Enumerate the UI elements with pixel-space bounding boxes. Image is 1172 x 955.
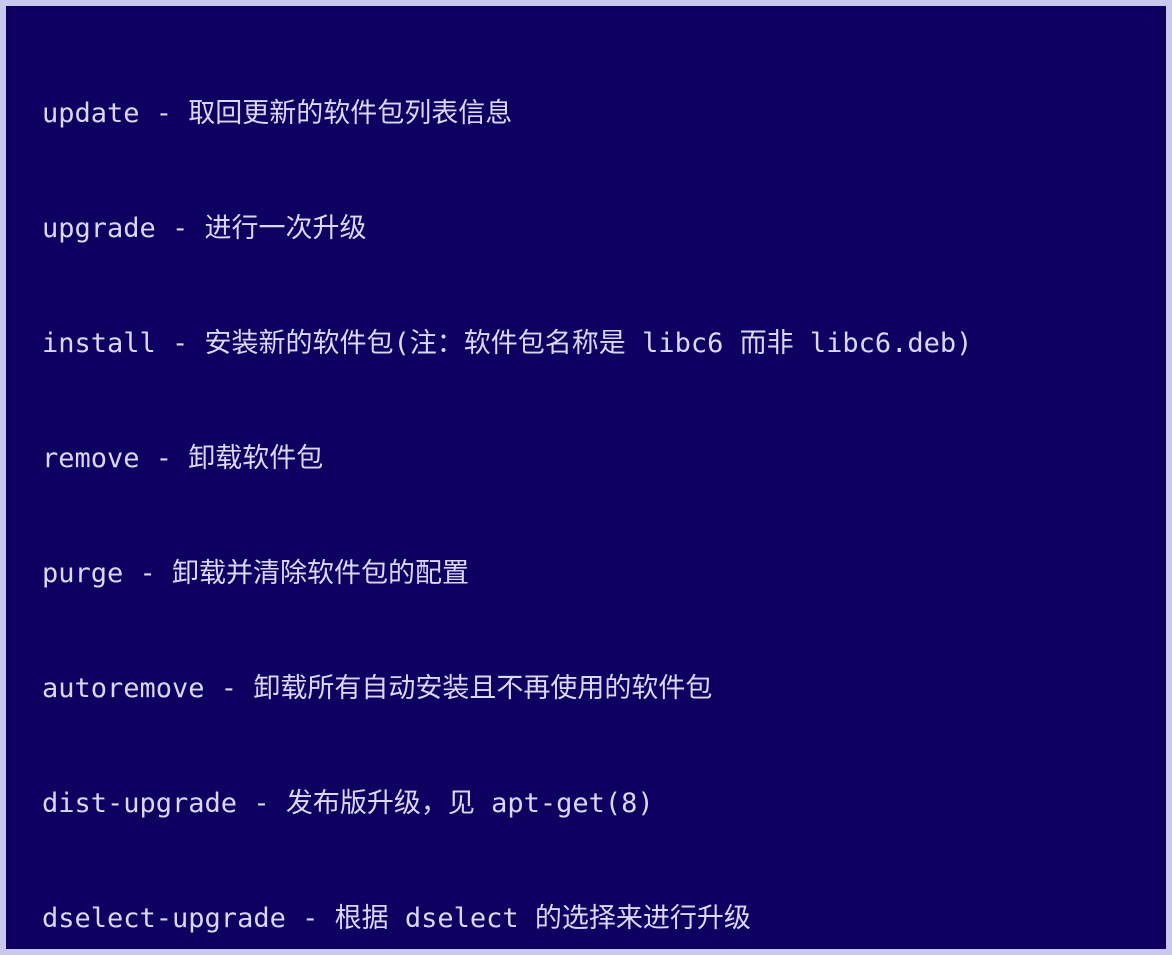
apt-command-line: upgrade - 进行一次升级 — [10, 210, 1162, 248]
apt-command-line: dselect-upgrade - 根据 dselect 的选择来进行升级 — [10, 900, 1162, 938]
apt-command-line: dist-upgrade - 发布版升级，见 apt-get(8) — [10, 785, 1162, 823]
apt-command-line: update - 取回更新的软件包列表信息 — [10, 95, 1162, 133]
apt-command-line: install - 安装新的软件包(注：软件包名称是 libc6 而非 libc… — [10, 325, 1162, 363]
apt-command-line: purge - 卸载并清除软件包的配置 — [10, 555, 1162, 593]
terminal-window[interactable]: update - 取回更新的软件包列表信息 upgrade - 进行一次升级 i… — [6, 6, 1166, 949]
apt-command-line: remove - 卸载软件包 — [10, 440, 1162, 478]
apt-command-line: autoremove - 卸载所有自动安装且不再使用的软件包 — [10, 670, 1162, 708]
